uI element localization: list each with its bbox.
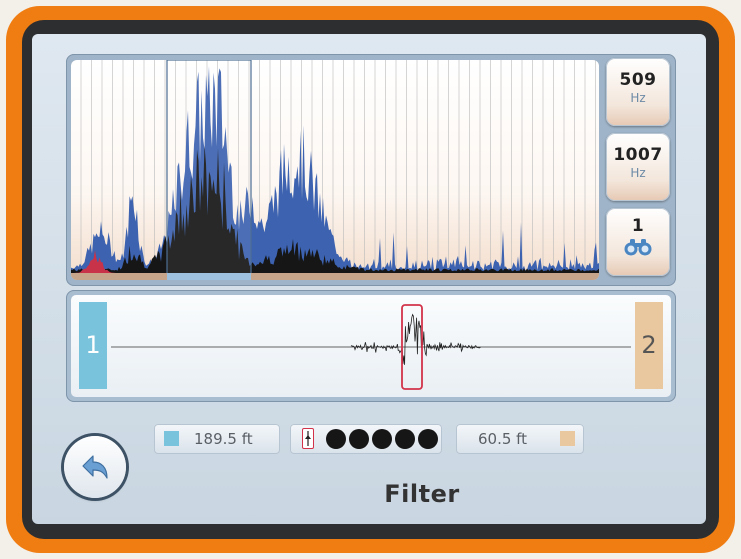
frequency-low-button[interactable]: 509 Hz: [606, 58, 670, 126]
marker-1-swatch: [164, 431, 179, 446]
waveform-signal: [350, 313, 481, 365]
zoom-dot: [326, 429, 346, 449]
back-arrow-icon: [82, 455, 108, 479]
waveform-panel: 1 2: [66, 290, 676, 402]
frequency-window: [166, 60, 252, 280]
marker-1[interactable]: 1: [79, 302, 107, 389]
spectrum-view[interactable]: [71, 60, 599, 280]
zoom-level-box[interactable]: [290, 424, 442, 454]
distance-right: 60.5 ft: [478, 430, 528, 448]
mode-title: Filter: [384, 480, 460, 508]
zoom-dot: [349, 429, 369, 449]
spectrum-base-bar: [71, 273, 167, 280]
marker-2-swatch: [560, 431, 575, 446]
waveform-trace: [111, 304, 631, 390]
frequency-high-button[interactable]: 1007 Hz: [606, 133, 670, 201]
zoom-indicator-icon: [302, 428, 314, 449]
spectrum-panel: 509 Hz 1007 Hz 1: [66, 54, 676, 286]
distance-left: 189.5 ft: [194, 430, 253, 448]
screen: 509 Hz 1007 Hz 1 1 2 189.5 ft 60.5 ft Fi…: [32, 34, 706, 524]
search-button[interactable]: 1: [606, 208, 670, 276]
frequency-window-bar: [167, 273, 251, 280]
frequency-low-value: 509: [619, 70, 657, 90]
spectrum-series: [71, 66, 599, 273]
spectrum-plot: [71, 60, 599, 280]
binoculars-icon: [624, 239, 652, 256]
zoom-dot: [372, 429, 392, 449]
frequency-low-unit: Hz: [630, 91, 646, 105]
marker-2[interactable]: 2: [635, 302, 663, 389]
distance-right-box: 60.5 ft: [456, 424, 584, 454]
zoom-dot: [418, 429, 438, 449]
spectrum-base-bar: [251, 273, 599, 280]
search-count: 1: [631, 216, 645, 236]
distance-left-box: 189.5 ft: [154, 424, 280, 454]
waveform-view[interactable]: 1 2: [71, 295, 671, 397]
frequency-high-unit: Hz: [630, 166, 646, 180]
back-button[interactable]: [64, 436, 126, 498]
zoom-dot: [395, 429, 415, 449]
frequency-high-value: 1007: [613, 145, 663, 165]
